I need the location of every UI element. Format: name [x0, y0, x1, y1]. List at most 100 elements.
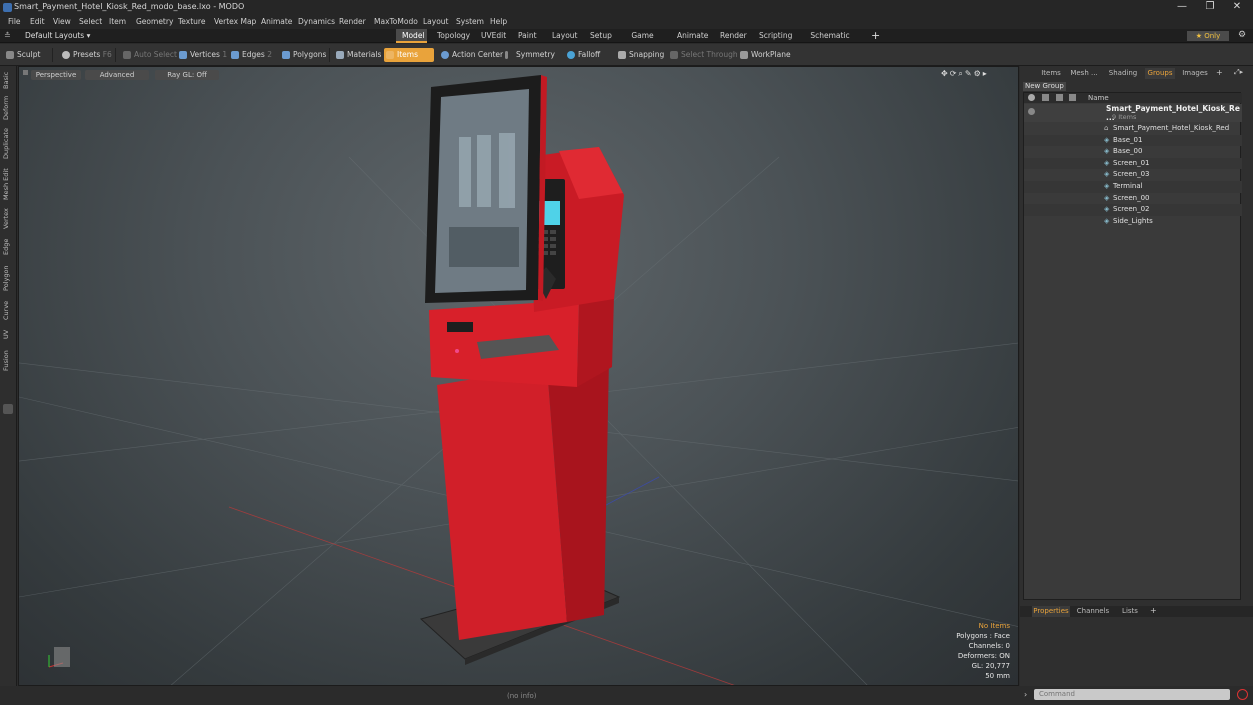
select-through-button[interactable]: Select Through	[668, 48, 738, 62]
only-toggle-button[interactable]: ★ Only	[1187, 31, 1229, 41]
tab-scripting[interactable]: Scripting	[753, 29, 794, 43]
render-icon[interactable]	[1042, 94, 1049, 101]
menu-edit[interactable]: Edit	[30, 17, 45, 26]
list-item[interactable]: ◈ Base_00	[1024, 146, 1242, 158]
tab-groups[interactable]: Groups	[1145, 68, 1175, 79]
sidebar-tab-deform[interactable]: Deform	[2, 95, 14, 121]
sidebar-tab-mesh-edit[interactable]: Mesh Edit	[2, 166, 14, 202]
menu-item[interactable]: Item	[109, 17, 126, 26]
menu-help[interactable]: Help	[490, 17, 507, 26]
properties-panel: Properties Channels Lists +	[1020, 606, 1253, 686]
select-icon[interactable]	[1069, 94, 1076, 101]
menu-maxtomodo[interactable]: MaxToModo	[374, 17, 418, 26]
default-layouts-dropdown[interactable]: Default Layouts ▾	[25, 31, 90, 40]
menu-view[interactable]: View	[53, 17, 71, 26]
record-macro-icon[interactable]	[1237, 689, 1248, 700]
polygons-button[interactable]: Polygons	[280, 48, 326, 62]
menu-select[interactable]: Select	[79, 17, 102, 26]
tab-model[interactable]: Model	[396, 29, 427, 43]
3d-viewport[interactable]: Perspective Advanced Ray GL: Off ✥⟳⌕✎⚙▸	[18, 66, 1019, 686]
menu-texture[interactable]: Texture	[178, 17, 205, 26]
new-group-button[interactable]: New Group	[1023, 82, 1066, 91]
menu-vertex-map[interactable]: Vertex Map	[214, 17, 256, 26]
sculpt-button[interactable]: Sculpt	[4, 48, 40, 62]
auto-select-icon	[123, 51, 131, 59]
sidebar-tab-uv[interactable]: UV	[2, 326, 14, 342]
stats-items: No Items	[978, 622, 1010, 630]
list-item[interactable]: ◈ Terminal	[1024, 181, 1242, 193]
restore-button[interactable]: ❐	[1196, 0, 1224, 15]
tab-setup[interactable]: Setup	[584, 29, 614, 43]
minimize-button[interactable]: —	[1168, 0, 1196, 15]
items-button[interactable]: Items	[384, 48, 434, 62]
tab-mesh[interactable]: Mesh ...	[1069, 68, 1099, 79]
group-row[interactable]: Smart_Payment_Hotel_Kiosk_Re ... 9 Items	[1024, 104, 1242, 122]
workplane-button[interactable]: WorkPlane	[738, 48, 791, 62]
tab-shading[interactable]: Shading	[1105, 68, 1141, 79]
tab-render[interactable]: Render	[714, 29, 748, 43]
command-input[interactable]	[1034, 689, 1230, 700]
lock-icon[interactable]	[1056, 94, 1063, 101]
vertices-button[interactable]: Vertices 1	[177, 48, 227, 62]
list-item-label: Base_01	[1113, 135, 1143, 144]
sidebar-tab-edge[interactable]: Edge	[2, 236, 14, 258]
list-item[interactable]: ◈ Side_Lights	[1024, 216, 1242, 228]
list-item[interactable]: ◈ Screen_01	[1024, 157, 1242, 170]
list-item[interactable]: ◈ Screen_02	[1024, 204, 1242, 216]
menu-render[interactable]: Render	[339, 17, 366, 26]
sidebar-tab-fusion[interactable]: Fusion	[2, 348, 14, 374]
tab-game-tools[interactable]: Game Tools	[619, 29, 666, 54]
menu-bar: File Edit View Select Item Geometry Text…	[0, 15, 1253, 29]
tab-channels[interactable]: Channels	[1074, 606, 1112, 617]
add-properties-tab-button[interactable]: +	[1150, 606, 1157, 615]
menu-file[interactable]: File	[8, 17, 21, 26]
tab-layout[interactable]: Layout	[546, 29, 579, 43]
tab-properties[interactable]: Properties	[1032, 606, 1070, 617]
tab-paint[interactable]: Paint	[512, 29, 541, 43]
right-panel: Items Mesh ... Shading Groups Images + ⤢…	[1020, 66, 1253, 686]
list-item[interactable]: ⌂ Smart_Payment_Hotel_Kiosk_Red	[1024, 123, 1242, 135]
menu-layout[interactable]: Layout	[423, 17, 449, 26]
action-center-button[interactable]: Action Center	[439, 48, 503, 62]
layout-menu-icon[interactable]: ≛	[4, 31, 11, 40]
gear-icon[interactable]: ⚙	[1238, 30, 1246, 40]
tab-uvedit[interactable]: UVEdit	[475, 29, 508, 43]
sidebar-tab-polygon[interactable]: Polygon	[2, 262, 14, 294]
command-history-icon[interactable]: ›	[1024, 690, 1027, 699]
menu-system[interactable]: System	[456, 17, 484, 26]
vertices-label: Vertices	[190, 50, 220, 59]
tab-images[interactable]: Images	[1180, 68, 1210, 79]
sidebar-tab-basic[interactable]: Basic	[2, 69, 14, 91]
add-tab-button[interactable]: +	[871, 29, 880, 42]
mesh-icon: ◈	[1104, 216, 1110, 225]
auto-select-button[interactable]: Auto Select	[121, 48, 177, 62]
close-button[interactable]: ✕	[1223, 0, 1251, 15]
stats-deformers: Deformers: ON	[957, 652, 1010, 660]
sidebar-tab-curve[interactable]: Curve	[2, 298, 14, 322]
symmetry-button[interactable]: Symmetry	[503, 48, 555, 62]
list-item[interactable]: ◈ Base_01	[1024, 134, 1242, 147]
menu-geometry[interactable]: Geometry	[136, 17, 173, 26]
sidebar-expand-button[interactable]	[3, 404, 13, 414]
snapping-button[interactable]: Snapping	[616, 48, 664, 62]
panel-expand-icon[interactable]: ⤢▸	[1234, 68, 1243, 77]
menu-dynamics[interactable]: Dynamics	[298, 17, 335, 26]
presets-button[interactable]: Presets F6	[60, 48, 112, 62]
tab-items[interactable]: Items	[1038, 68, 1064, 79]
materials-button[interactable]: Materials	[334, 48, 381, 62]
visibility-icon[interactable]	[1028, 108, 1035, 115]
menu-animate[interactable]: Animate	[261, 17, 292, 26]
list-item[interactable]: ◈ Screen_00	[1024, 193, 1242, 205]
tab-schematic-fusion[interactable]: Schematic Fusion	[798, 29, 862, 54]
sidebar-tab-duplicate[interactable]: Duplicate	[2, 126, 14, 162]
axis-gizmo	[48, 647, 70, 668]
add-panel-tab-button[interactable]: +	[1216, 68, 1223, 77]
list-item[interactable]: ◈ Screen_03	[1024, 169, 1242, 181]
tab-topology[interactable]: Topology	[431, 29, 471, 43]
eye-icon[interactable]	[1028, 94, 1035, 101]
edges-button[interactable]: Edges 2	[229, 48, 272, 62]
tab-animate[interactable]: Animate	[671, 29, 710, 43]
sidebar-tab-vertex[interactable]: Vertex	[2, 206, 14, 232]
tab-lists[interactable]: Lists	[1117, 606, 1143, 617]
falloff-button[interactable]: Falloff	[565, 48, 600, 62]
